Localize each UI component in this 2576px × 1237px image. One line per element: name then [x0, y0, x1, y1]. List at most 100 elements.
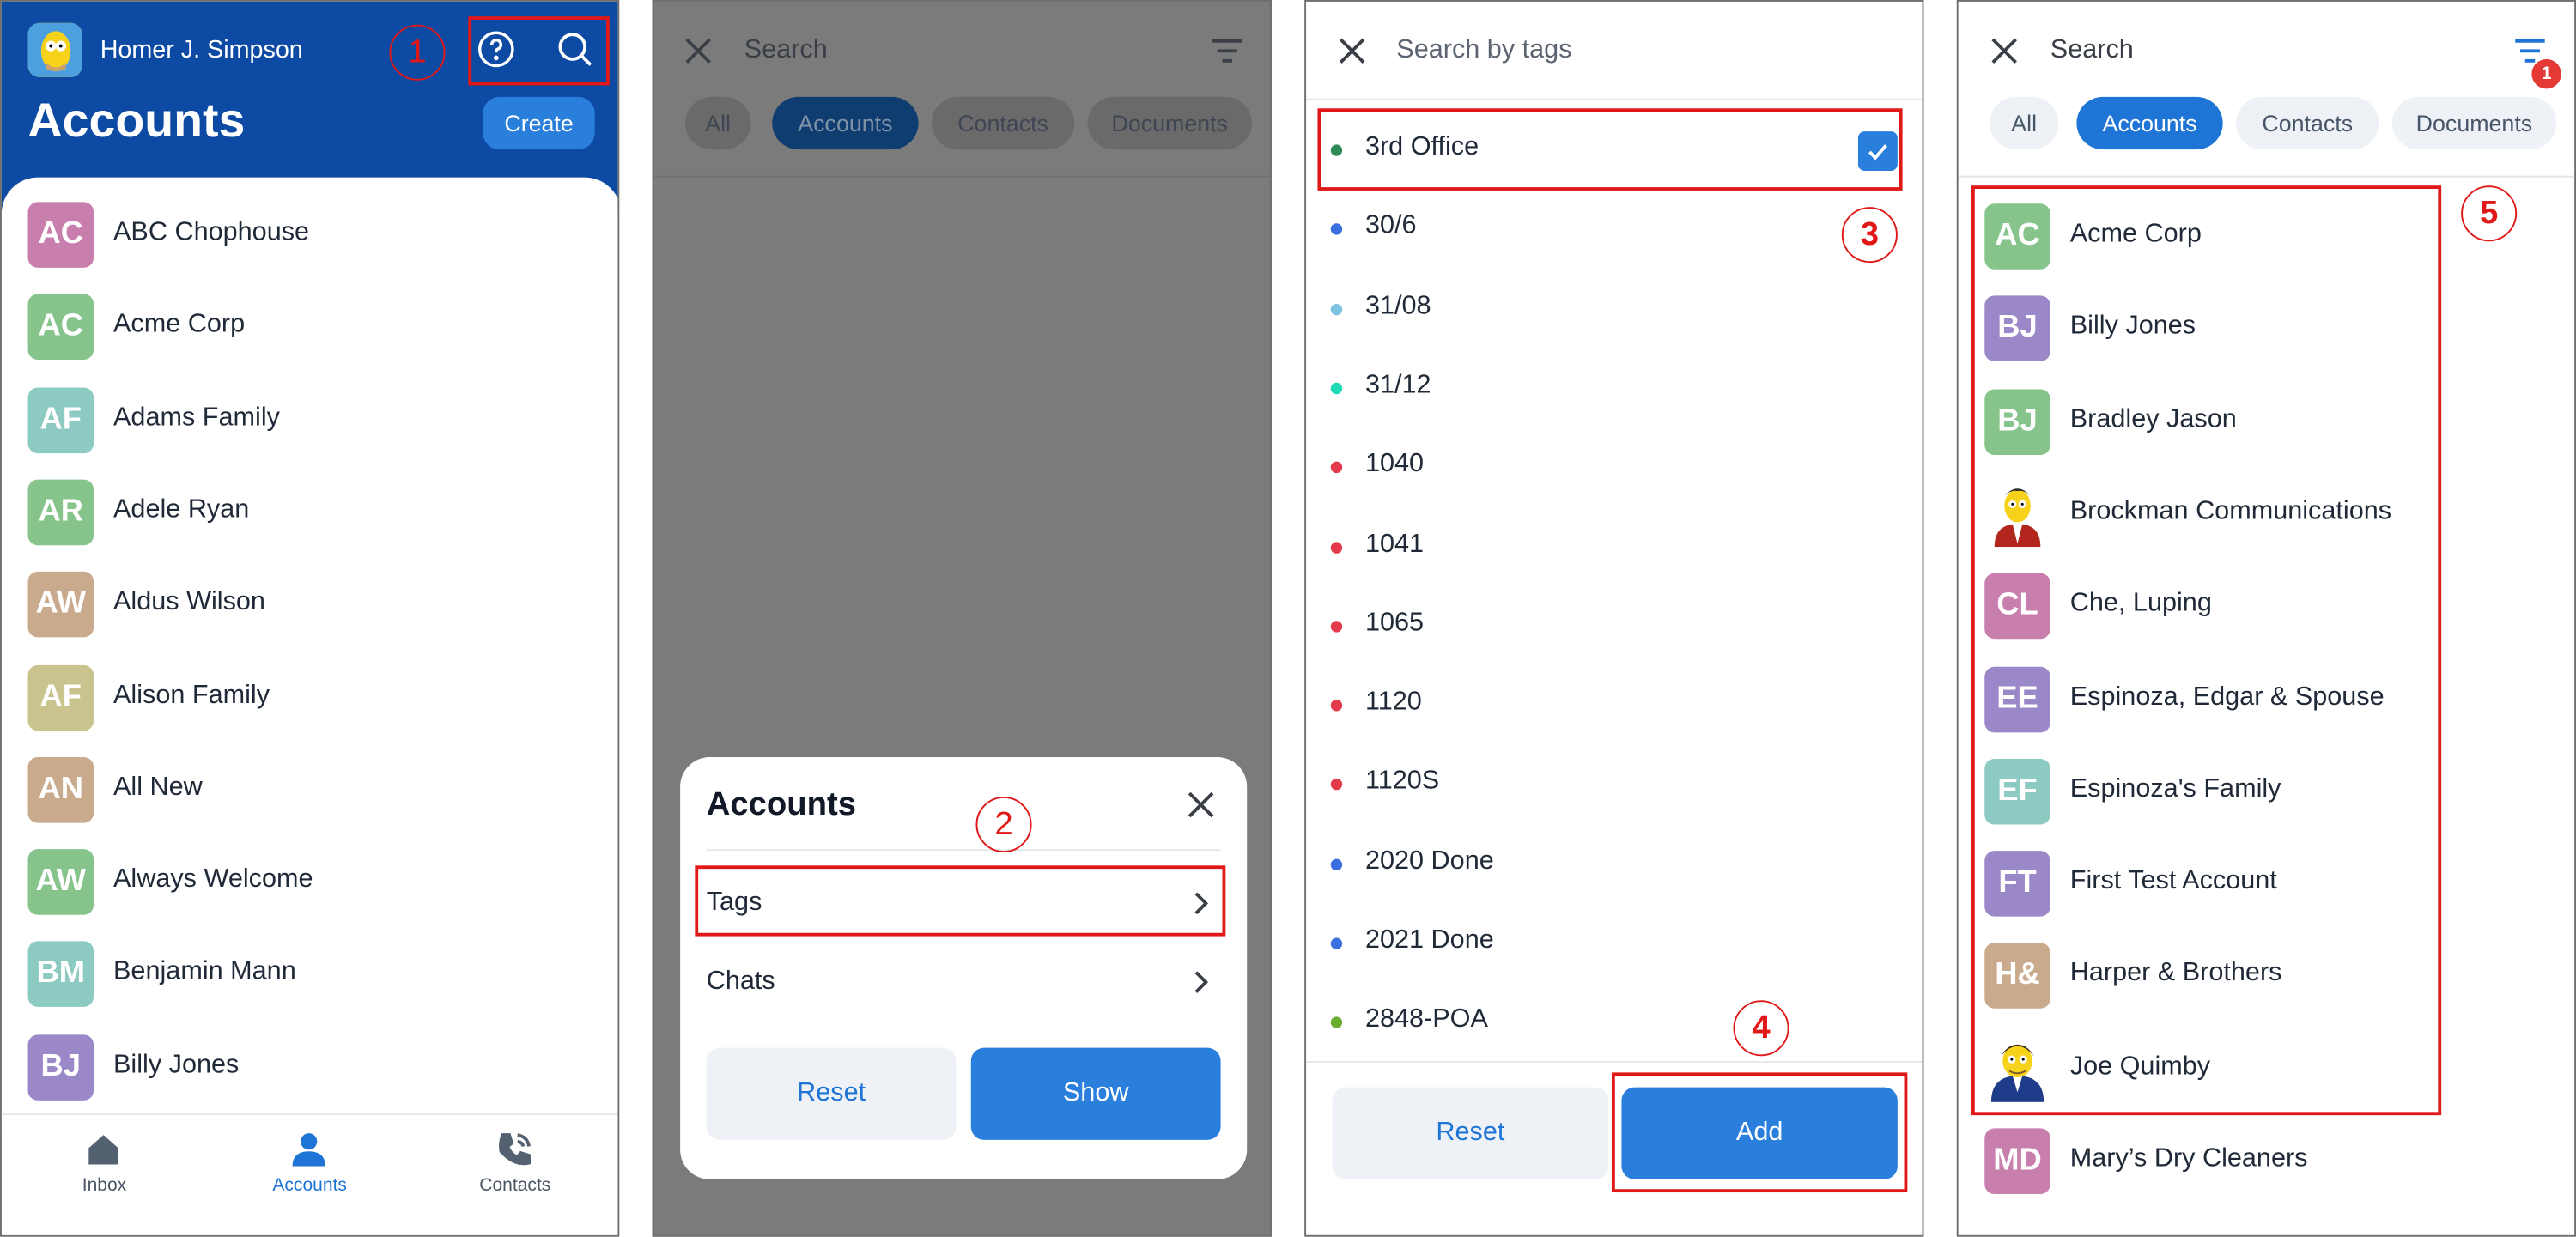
tab-accounts[interactable]: Accounts [207, 1115, 412, 1235]
tag-item[interactable]: 1120 [1306, 672, 1922, 738]
list-item[interactable]: AC Acme Corp [27, 294, 587, 361]
tag-item[interactable]: 30/6 [1306, 196, 1922, 262]
filter-icon[interactable] [1209, 34, 1245, 67]
divider [706, 849, 1221, 852]
tag-label: 1041 [1364, 530, 1425, 558]
filter-count-badge: 1 [2531, 58, 2561, 89]
annotation-box-header-icons [468, 16, 610, 86]
chip-contacts[interactable]: Contacts [2236, 96, 2379, 150]
filter-sheet: Accounts Tags Chats Reset Show 2 [680, 757, 1248, 1179]
accounts-screen: Homer J. Simpson Accounts Create AC ABC C… [0, 0, 620, 1237]
search-input[interactable]: Search [2050, 36, 2134, 65]
chevron-right-icon [1193, 969, 1209, 1004]
tab-label: Accounts [272, 1175, 347, 1196]
account-name: Benjamin Mann [113, 958, 296, 986]
account-name: All New [113, 773, 203, 802]
tag-label: 31/12 [1364, 371, 1431, 399]
avatar: AN [27, 756, 94, 823]
list-item[interactable]: AR Adele Ryan [27, 479, 587, 546]
tag-color-dot [1330, 1016, 1343, 1029]
tag-label: 30/6 [1364, 212, 1417, 240]
tab-contacts[interactable]: Contacts [412, 1115, 617, 1235]
annotation-box-tags [695, 865, 1226, 937]
tag-item[interactable]: 2021 Done [1306, 910, 1922, 976]
account-name: Aldus Wilson [113, 588, 265, 616]
search-input[interactable]: Search [744, 36, 828, 65]
account-name: Acme Corp [113, 311, 246, 339]
chip-all[interactable]: All [1990, 96, 2059, 150]
tag-item[interactable]: 2020 Done [1306, 831, 1922, 897]
account-name: Always Welcome [113, 865, 313, 894]
list-item[interactable]: BJ Billy Jones [27, 1034, 587, 1101]
avatar: AW [27, 572, 94, 638]
tag-item[interactable]: 1040 [1306, 434, 1922, 500]
tag-search-screen: Search by tags 3rd Office 30/6 31/08 31/12 1… [1304, 0, 1924, 1237]
tag-color-dot [1330, 303, 1343, 315]
chip-accounts[interactable]: Accounts [772, 96, 919, 150]
show-button[interactable]: Show [970, 1047, 1221, 1140]
user-name: Homer J. Simpson [100, 36, 303, 64]
annotation-badge-4: 4 [1733, 1000, 1789, 1057]
tag-label: 1120S [1364, 767, 1440, 796]
list-item[interactable]: AC ABC Chophouse [27, 202, 587, 268]
screenshot-stage: Homer J. Simpson Accounts Create AC ABC C… [0, 0, 2576, 1237]
close-icon[interactable] [1988, 34, 2020, 67]
avatar: AW [27, 849, 94, 915]
account-name: Adele Ryan [113, 495, 250, 525]
tag-item[interactable]: 31/12 [1306, 355, 1922, 421]
user-avatar[interactable] [27, 22, 82, 77]
tag-item[interactable]: 1041 [1306, 513, 1922, 579]
create-button[interactable]: Create [483, 96, 595, 150]
avatar: BM [27, 942, 94, 1008]
sheet-item-chats[interactable]: Chats [707, 949, 1221, 1016]
list-item[interactable]: BM Benjamin Mann [27, 942, 587, 1008]
tag-label: 2848-POA [1364, 1005, 1488, 1034]
bottom-tab-bar: Inbox Accounts Contacts [1, 1113, 618, 1235]
tag-label: 1065 [1364, 609, 1425, 637]
tag-label: 2021 Done [1364, 926, 1494, 955]
tag-label: 2020 Done [1364, 846, 1494, 876]
filtered-results-screen: Search 1 All Accounts Contacts Documents… [1956, 0, 2576, 1237]
list-item[interactable]: AF Adams Family [27, 386, 587, 453]
account-name: Adams Family [113, 403, 280, 432]
list-item[interactable]: AW Always Welcome [27, 849, 587, 915]
tab-inbox[interactable]: Inbox [2, 1115, 207, 1235]
filter-sheet-screen: Search All Accounts Contacts Documents A… [652, 0, 1272, 1237]
sheet-close-icon[interactable] [1184, 788, 1217, 821]
sheet-title: Accounts [706, 786, 857, 823]
chip-accounts[interactable]: Accounts [2076, 96, 2223, 150]
list-item[interactable]: AN All New [27, 756, 587, 823]
tag-search-input[interactable]: Search by tags [1396, 36, 1571, 65]
chip-documents[interactable]: Documents [2391, 96, 2557, 150]
accounts-list: AC ABC Chophouse AC Acme Corp AF Adams Family… [1, 177, 618, 1131]
close-icon[interactable] [1336, 34, 1369, 67]
tag-item[interactable]: 1120S [1306, 751, 1922, 817]
list-item[interactable]: AW Aldus Wilson [27, 572, 587, 638]
avatar: BJ [27, 1034, 94, 1101]
divider [1958, 175, 2575, 178]
tag-item[interactable]: 1065 [1306, 592, 1922, 658]
list-item[interactable]: MD Mary’s Dry Cleaners [1984, 1128, 2543, 1194]
avatar: AR [27, 479, 94, 546]
account-name: Billy Jones [113, 1050, 240, 1079]
divider [1306, 1060, 1923, 1063]
avatar: AC [27, 294, 94, 361]
annotation-box-add [1611, 1072, 1908, 1193]
tag-label: 1040 [1364, 450, 1425, 479]
tag-label: 31/08 [1364, 291, 1431, 320]
annotation-box-tag-selected [1317, 108, 1903, 191]
tag-color-dot [1330, 937, 1343, 949]
annotation-badge-1: 1 [389, 24, 446, 81]
chip-documents[interactable]: Documents [1087, 96, 1252, 150]
chip-all[interactable]: All [684, 96, 751, 150]
tag-item[interactable]: 2848-POA [1306, 989, 1922, 1055]
reset-button[interactable]: Reset [1332, 1087, 1609, 1179]
reset-button[interactable]: Reset [706, 1047, 957, 1140]
list-item[interactable]: AF Alison Family [27, 664, 587, 731]
tag-item[interactable]: 31/08 [1306, 276, 1922, 342]
avatar: AF [27, 386, 94, 453]
tab-label: Inbox [82, 1175, 127, 1196]
tag-color-dot [1330, 382, 1343, 394]
chip-contacts[interactable]: Contacts [931, 96, 1075, 150]
close-icon[interactable] [682, 34, 714, 67]
